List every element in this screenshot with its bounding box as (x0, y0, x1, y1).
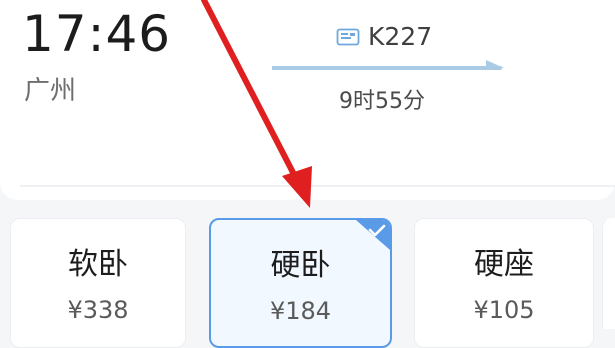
departure-time: 17:46 (22, 5, 172, 63)
divider (20, 185, 615, 187)
train-info[interactable]: K227 (336, 22, 432, 52)
seat-option-partial[interactable] (602, 218, 615, 329)
trip-summary-card: 17:46 广州 K227 9时55分 (0, 0, 615, 200)
ticket-icon (336, 28, 360, 46)
seat-price: ¥338 (67, 296, 129, 324)
seat-price: ¥105 (473, 296, 535, 324)
travel-duration: 9时55分 (339, 89, 425, 114)
route-arrow-icon (272, 60, 504, 70)
check-icon (356, 220, 390, 250)
departure-station: 广州 (24, 76, 77, 106)
seat-name: 硬座 (474, 247, 534, 282)
seat-name: 软卧 (68, 247, 128, 282)
train-number: K227 (368, 22, 433, 51)
seat-name: 硬卧 (270, 248, 331, 283)
seat-price: ¥184 (269, 297, 332, 325)
